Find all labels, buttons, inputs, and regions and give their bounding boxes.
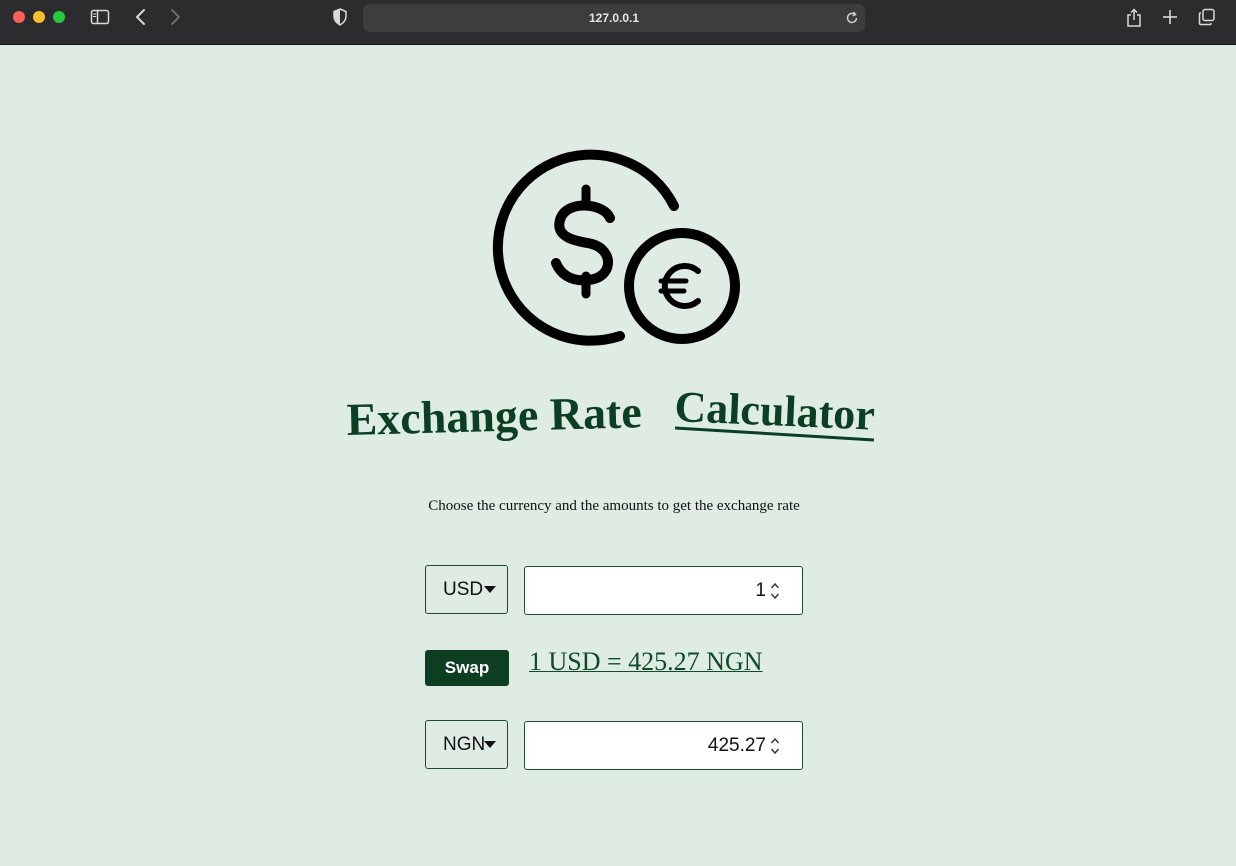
to-currency-value: NGN: [443, 734, 486, 755]
zoom-window-button[interactable]: [53, 11, 65, 23]
to-amount-value: 425.27: [707, 735, 766, 756]
page-subtitle: Choose the currency and the amounts to g…: [428, 498, 800, 514]
tab-overview-icon[interactable]: [1198, 8, 1216, 26]
address-bar[interactable]: 127.0.0.1: [363, 4, 865, 32]
from-currency-select[interactable]: USD: [425, 565, 508, 614]
reload-icon[interactable]: [845, 11, 859, 25]
from-amount-value: 1: [755, 580, 766, 601]
from-amount-input[interactable]: 1: [524, 566, 803, 615]
share-icon[interactable]: [1126, 8, 1142, 28]
page-title-part2: Calculator: [674, 388, 876, 440]
browser-toolbar: 127.0.0.1: [0, 0, 1236, 45]
sidebar-toggle-icon[interactable]: [90, 8, 110, 26]
forward-icon[interactable]: [168, 8, 182, 26]
close-window-button[interactable]: [13, 11, 25, 23]
exchange-rate-text: 1 USD = 425.27 NGN: [529, 647, 763, 676]
minimize-window-button[interactable]: [33, 11, 45, 23]
chevron-down-icon: [484, 586, 496, 593]
currency-exchange-icon: [492, 149, 740, 346]
swap-button[interactable]: Swap: [425, 650, 509, 686]
from-currency-value: USD: [443, 579, 484, 600]
back-icon[interactable]: [134, 8, 148, 26]
stepper-icon[interactable]: [770, 581, 780, 601]
page-title-part1: Exchange Rate: [347, 388, 642, 445]
to-amount-input[interactable]: 425.27: [524, 721, 803, 770]
new-tab-icon[interactable]: [1161, 8, 1179, 26]
privacy-shield-icon[interactable]: [332, 8, 348, 26]
stepper-icon[interactable]: [770, 736, 780, 756]
page-title: Exchange Rate Calculator: [347, 388, 876, 445]
chevron-down-icon: [484, 741, 496, 748]
to-currency-select[interactable]: NGN: [425, 720, 508, 769]
url-text: 127.0.0.1: [588, 11, 640, 25]
